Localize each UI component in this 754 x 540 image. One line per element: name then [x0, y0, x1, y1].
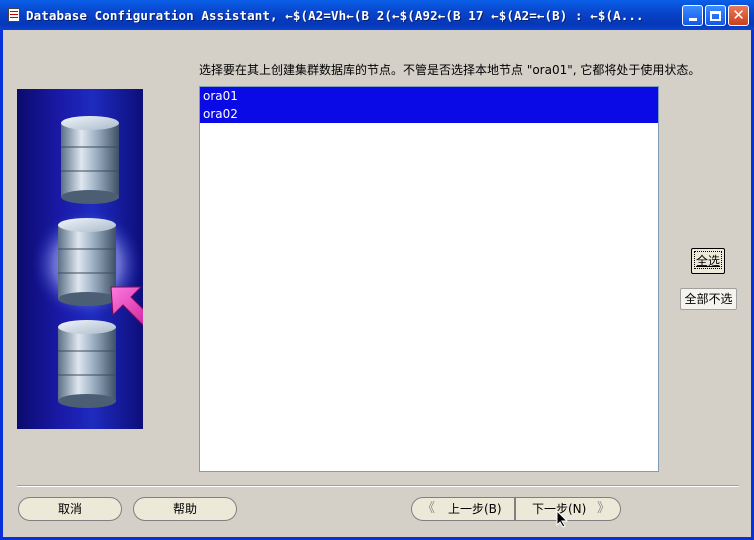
- chevron-left-icon: 《: [422, 501, 436, 516]
- node-list[interactable]: ora01 ora02: [199, 86, 659, 472]
- maximize-icon: [710, 10, 721, 21]
- footer-divider: [17, 485, 739, 487]
- instruction-text: 选择要在其上创建集群数据库的节点。不管是否选择本地节点 "ora01", 它都将…: [199, 63, 701, 77]
- back-button-label: 上一步(B): [448, 502, 502, 516]
- chevron-right-icon: 》: [596, 501, 610, 516]
- wizard-content: 选择要在其上创建集群数据库的节点。不管是否选择本地节点 "ora01", 它都将…: [3, 30, 751, 537]
- back-button[interactable]: 《 上一步(B): [411, 497, 515, 521]
- cancel-button[interactable]: 取消: [18, 497, 122, 521]
- minimize-button[interactable]: [682, 5, 703, 26]
- select-all-button[interactable]: 全选: [691, 248, 725, 274]
- list-item[interactable]: ora01: [200, 87, 658, 105]
- app-icon: [6, 7, 22, 23]
- window-title: Database Configuration Assistant, ←$(A2=…: [26, 7, 644, 23]
- minimize-icon: [688, 18, 697, 21]
- maximize-button[interactable]: [705, 5, 726, 26]
- list-item[interactable]: ora02: [200, 105, 658, 123]
- app-window: Database Configuration Assistant, ←$(A2=…: [0, 0, 754, 540]
- mouse-cursor-icon: [556, 510, 568, 528]
- select-all-label: 全选: [694, 251, 722, 269]
- deselect-all-button[interactable]: 全部不选: [680, 288, 737, 310]
- database-cylinders-icon: [31, 116, 143, 408]
- close-icon: ✕: [732, 6, 745, 24]
- cluster-database-illustration: [17, 89, 143, 429]
- title-bar[interactable]: Database Configuration Assistant, ←$(A2=…: [0, 0, 754, 30]
- next-button[interactable]: 下一步(N) 》: [515, 497, 621, 521]
- close-button[interactable]: ✕: [728, 5, 749, 26]
- help-button[interactable]: 帮助: [133, 497, 237, 521]
